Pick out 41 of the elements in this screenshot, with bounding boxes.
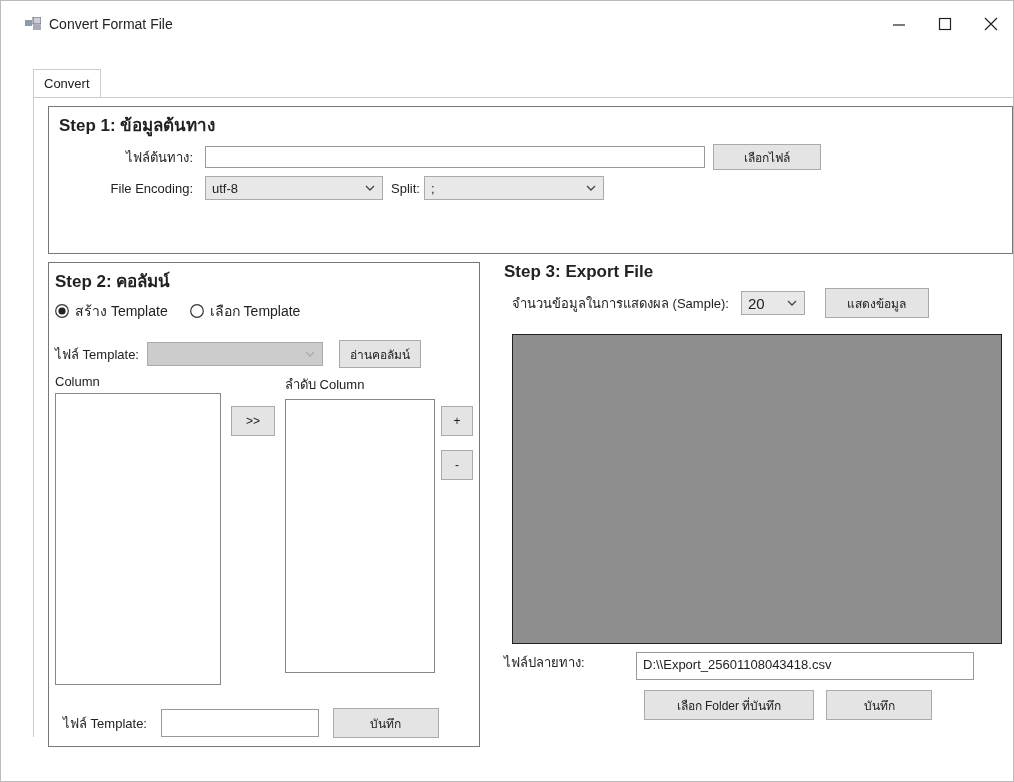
destination-field[interactable]: D:\\Export_25601108043418.csv: [636, 652, 974, 680]
order-list[interactable]: [285, 399, 435, 673]
tab[interactable]: Convert: [33, 69, 101, 97]
show-data-button[interactable]: แสดงข้อมูล: [824, 288, 929, 318]
group-title: Step 1: ข้อมูลต้นทาง: [59, 115, 217, 138]
sample-dropdown[interactable]: 20: [740, 291, 805, 315]
radio-button[interactable]: [189, 304, 204, 318]
remove-button[interactable]: -: [441, 450, 473, 480]
chevron-icon: [364, 184, 376, 192]
split-dropdown[interactable]: ;: [423, 176, 604, 200]
field-label: File Encoding:: [109, 180, 193, 196]
group-title: Step 2: คอลัมน์: [55, 270, 172, 293]
radio-button[interactable]: [55, 304, 69, 318]
maximize-icon[interactable]: [937, 16, 953, 32]
window-title: Convert Format File: [49, 16, 173, 32]
save-button[interactable]: บันทึก: [333, 708, 439, 738]
field-label: Split:: [391, 180, 420, 196]
radio-label[interactable]: สร้าง Template: [75, 300, 168, 322]
add-button[interactable]: +: [441, 406, 473, 436]
encoding-dropdown[interactable]: utf-8: [205, 176, 383, 200]
move-button[interactable]: >>: [231, 406, 275, 436]
close-icon[interactable]: [983, 16, 999, 32]
chevron-icon: [304, 350, 316, 358]
read-columns-button[interactable]: อ่านคอลัมน์: [339, 340, 421, 368]
list-label: Column: [55, 374, 101, 389]
field-label: ไฟล์ปลายทาง:: [504, 654, 586, 672]
source-file-field[interactable]: [205, 146, 705, 168]
choose-folder-button[interactable]: เลือก Folder ที่บันทึก: [644, 690, 814, 720]
field-label: ไฟล์ Template:: [63, 714, 147, 733]
chevron-icon: [584, 184, 597, 192]
section-title: Step 3: Export File: [504, 262, 655, 282]
field-label: ไฟล์ต้นทาง:: [124, 148, 193, 167]
chevron-icon: [785, 299, 798, 307]
field-label: ไฟล์ Template:: [55, 345, 139, 364]
field-label: จำนวนข้อมูลในการแสดงผล (Sample):: [512, 294, 729, 314]
list-label: ลำดับ Column: [285, 376, 366, 394]
app-icon: [25, 17, 41, 31]
template-name-field[interactable]: [161, 709, 319, 737]
radio-label[interactable]: เลือก Template: [209, 300, 301, 322]
save-button[interactable]: บันทึก: [826, 690, 932, 720]
choose-file-button[interactable]: เลือกไฟล์: [713, 144, 821, 170]
